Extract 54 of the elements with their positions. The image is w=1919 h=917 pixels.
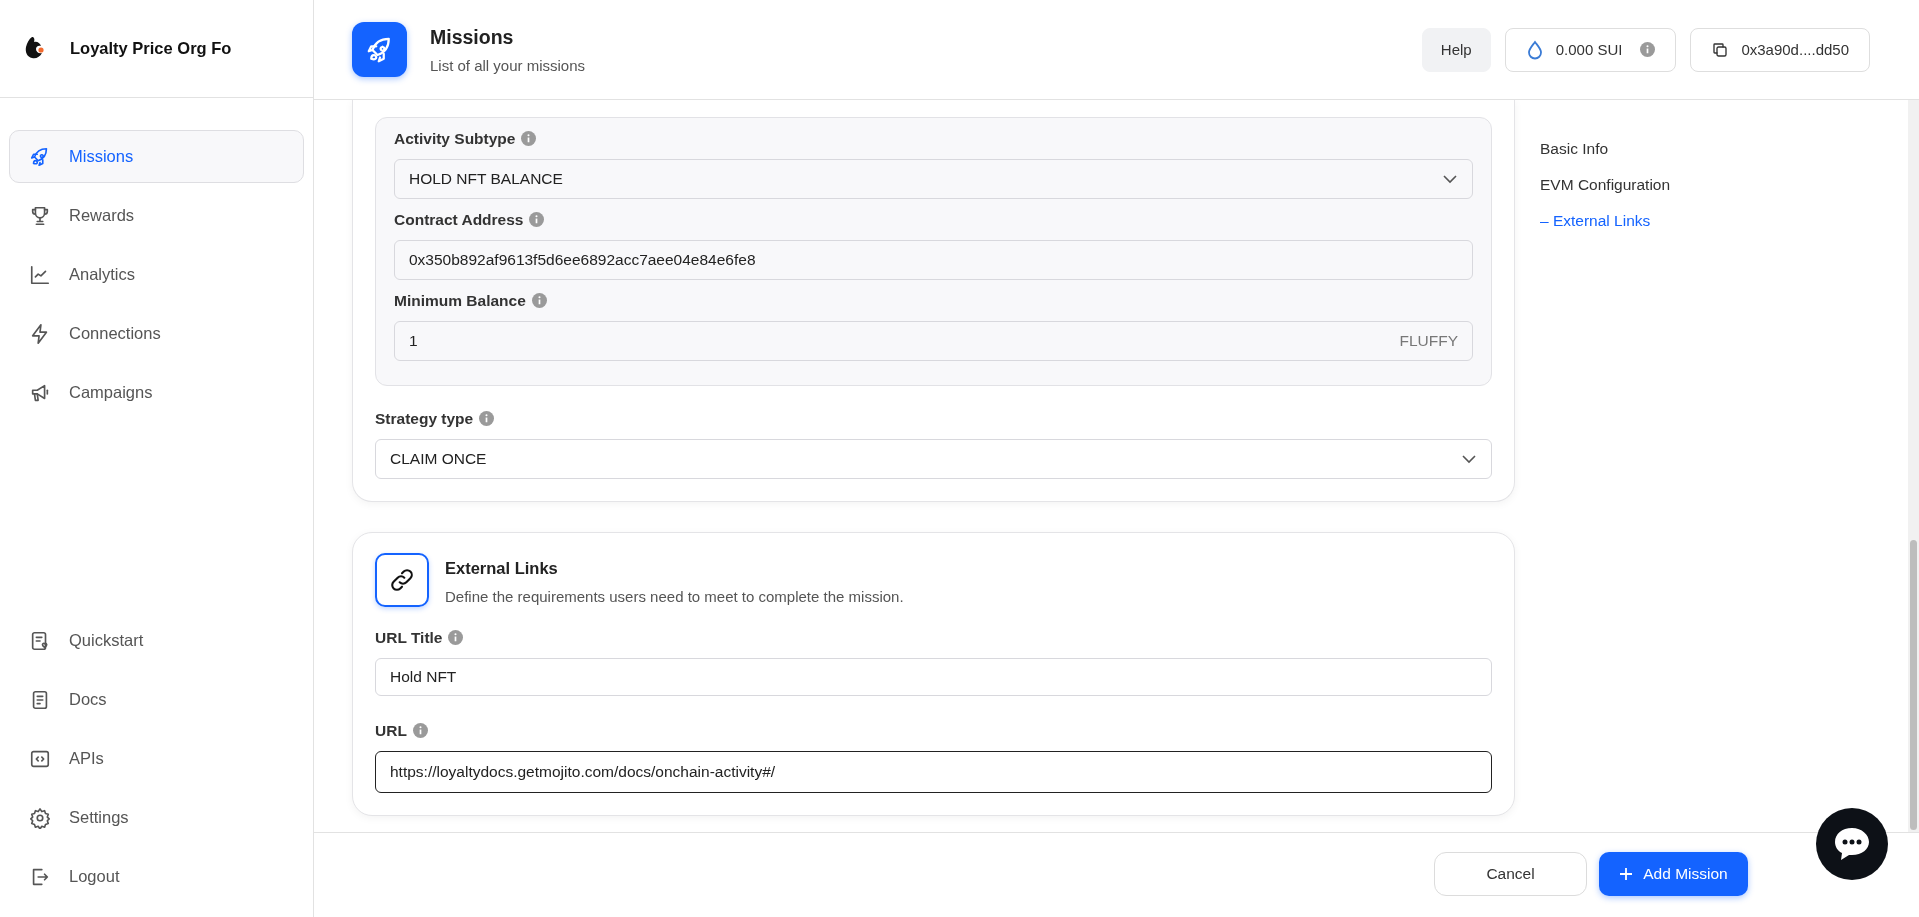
input-field[interactable]: Hold NFT xyxy=(375,658,1492,696)
section-link[interactable]: EVM Configuration xyxy=(1540,176,1671,194)
page-title: Missions xyxy=(430,25,515,49)
plus-icon xyxy=(1619,867,1634,881)
field-label: Contract Address xyxy=(394,209,1473,231)
field-label: URL Title xyxy=(375,627,1492,649)
info-icon xyxy=(412,723,428,738)
settings-icon xyxy=(29,806,51,829)
section-link[interactable]: Basic Info xyxy=(1540,140,1671,158)
input-field[interactable]: 0x350b892af9613f5d6ee6892acc7aee04e84e6fe8 xyxy=(394,240,1473,280)
sidebar-item[interactable]: APIs xyxy=(9,732,304,785)
info-icon xyxy=(479,411,495,426)
help-button[interactable]: Help xyxy=(1421,27,1491,72)
unit-label: FLUFFY xyxy=(1399,332,1458,350)
sidebar-item[interactable]: Connections xyxy=(9,307,304,360)
sidebar-item[interactable]: Quickstart xyxy=(9,614,304,667)
info-icon xyxy=(448,630,464,645)
chat-bubble-icon xyxy=(1833,826,1871,862)
section-description: Define the requirements users need to meet to complete the mission. xyxy=(445,588,904,605)
sidebar-item[interactable]: Logout xyxy=(9,850,304,903)
info-icon xyxy=(1640,42,1656,57)
organization-name: Loyalty Price Org Fo xyxy=(70,39,232,58)
chevron-down-icon xyxy=(1461,454,1477,464)
sidebar-item[interactable]: Missions xyxy=(9,130,304,183)
sidebar-item[interactable]: Docs xyxy=(9,673,304,726)
chart-icon xyxy=(29,263,51,286)
balance-button[interactable]: 0.000 SUI xyxy=(1504,27,1677,72)
droplet-icon xyxy=(1525,39,1544,60)
field-label: Minimum Balance xyxy=(394,290,1473,312)
cancel-button[interactable]: Cancel xyxy=(1434,852,1587,896)
copy-icon xyxy=(1711,40,1730,59)
trophy-icon xyxy=(29,204,51,227)
wallet-address-button[interactable]: 0x3a90d....dd50 xyxy=(1690,27,1870,72)
field-label: URL xyxy=(375,720,1492,742)
sidebar-item[interactable]: Rewards xyxy=(9,189,304,242)
add-mission-button[interactable]: Add Mission xyxy=(1599,852,1748,896)
section-title: External Links xyxy=(445,559,559,578)
chevron-down-icon xyxy=(1442,174,1458,184)
page-subtitle: List of all your missions xyxy=(430,56,586,74)
select-field[interactable]: HOLD NFT BALANCE xyxy=(394,159,1473,199)
input-field[interactable]: 1 FLUFFY xyxy=(394,321,1473,361)
scrollbar[interactable] xyxy=(1908,100,1919,832)
info-icon xyxy=(521,131,537,146)
info-icon xyxy=(529,212,545,227)
sidebar-item[interactable]: Settings xyxy=(9,791,304,844)
sidebar-item[interactable]: Analytics xyxy=(9,248,304,301)
field-label: Strategy type xyxy=(375,408,1492,430)
link-icon xyxy=(388,566,416,594)
field-label: Activity Subtype xyxy=(394,128,1473,150)
select-field[interactable]: CLAIM ONCE xyxy=(375,439,1492,479)
section-link[interactable]: – External Links xyxy=(1540,212,1671,230)
input-field[interactable]: https://loyaltydocs.getmojito.com/docs/onchain-activity#/ xyxy=(375,751,1492,793)
info-icon xyxy=(531,293,547,308)
sidebar-item[interactable]: Campaigns xyxy=(9,366,304,419)
